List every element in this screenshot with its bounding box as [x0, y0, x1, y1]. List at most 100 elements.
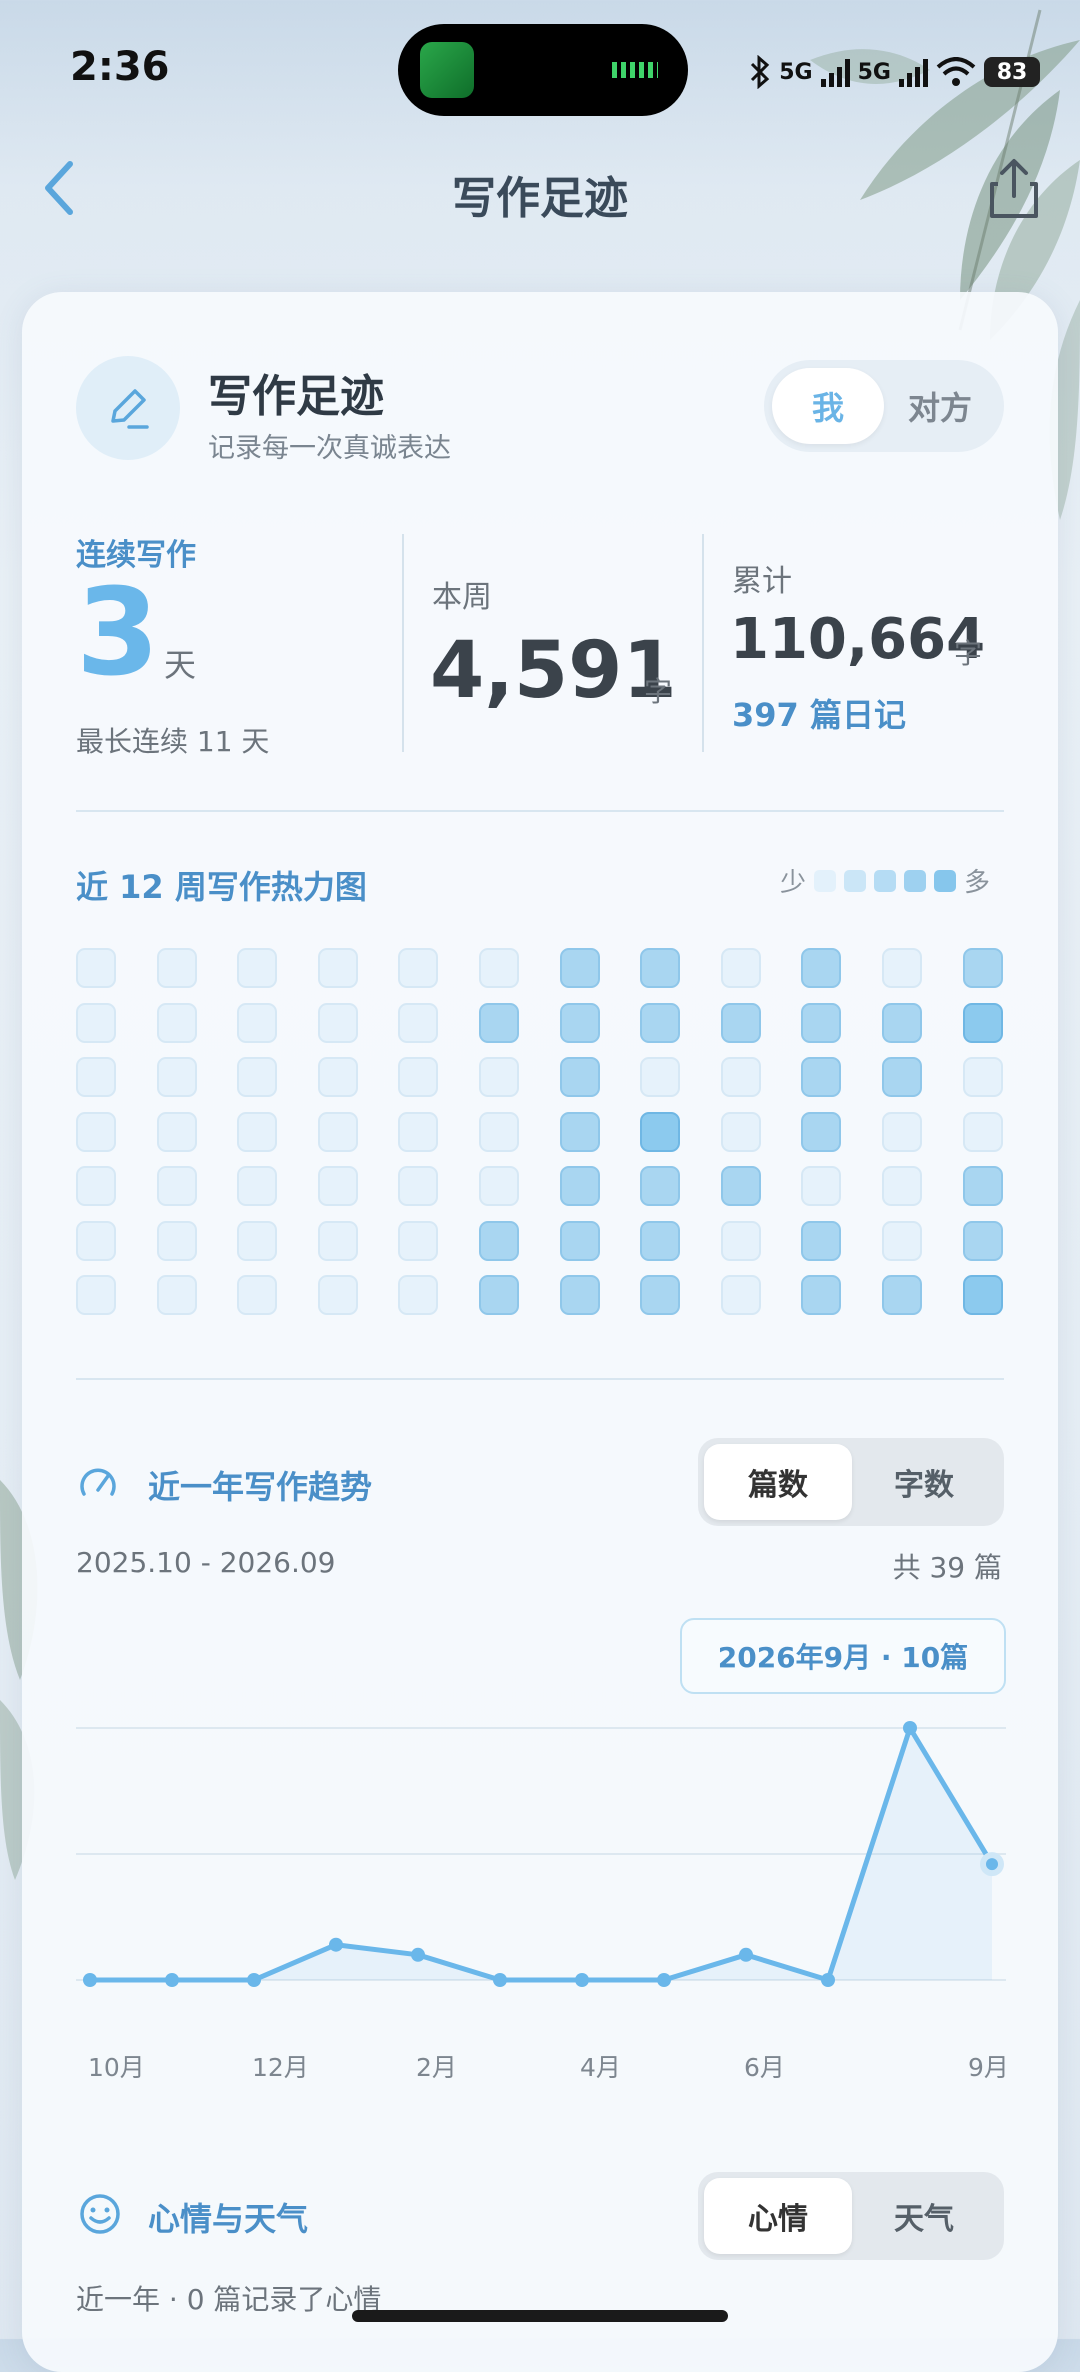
heatmap-cell[interactable]	[640, 1275, 681, 1315]
heatmap-cell[interactable]	[479, 1111, 519, 1152]
heatmap-cell[interactable]	[317, 1275, 358, 1315]
heatmap-cell[interactable]	[559, 948, 600, 988]
heatmap-cell[interactable]	[640, 1057, 681, 1097]
heatmap-cell[interactable]	[398, 1002, 439, 1043]
heatmap-cell[interactable]	[317, 1111, 358, 1152]
chart-point[interactable]	[657, 1973, 671, 1987]
heatmap-cell[interactable]	[640, 948, 681, 988]
chart-point[interactable]	[83, 1973, 97, 1987]
heatmap-cell[interactable]	[720, 1057, 761, 1097]
chart-point[interactable]	[411, 1947, 425, 1962]
heatmap-cell[interactable]	[76, 1220, 116, 1261]
chart-point[interactable]	[980, 1852, 1004, 1877]
heatmap-cell[interactable]	[640, 1166, 681, 1206]
chart-point[interactable]	[329, 1937, 343, 1952]
heatmap-cell[interactable]	[237, 1111, 278, 1152]
heatmap-cell[interactable]	[156, 1057, 197, 1097]
tab-words[interactable]: 字数	[850, 1444, 998, 1520]
heatmap-cell[interactable]	[317, 1220, 358, 1261]
heatmap-cell[interactable]	[317, 948, 358, 988]
heatmap-cell[interactable]	[317, 1166, 358, 1206]
heatmap-cell[interactable]	[76, 948, 116, 988]
heatmap-cell[interactable]	[720, 1111, 761, 1152]
heatmap-cell[interactable]	[76, 1002, 116, 1043]
chart-point[interactable]	[739, 1947, 753, 1962]
heatmap-cell[interactable]	[317, 1057, 358, 1097]
heatmap-cell[interactable]	[801, 1220, 842, 1261]
heatmap-cell[interactable]	[559, 1220, 600, 1261]
entries-count[interactable]: 397 篇日记	[732, 690, 906, 736]
heatmap-cell[interactable]	[559, 1057, 600, 1097]
heatmap-cell[interactable]	[720, 1275, 761, 1315]
heatmap-cell[interactable]	[962, 948, 1003, 988]
heatmap-cell[interactable]	[640, 1002, 681, 1043]
heatmap-cell[interactable]	[398, 948, 439, 988]
heatmap-cell[interactable]	[801, 948, 842, 988]
heatmap-cell[interactable]	[559, 1166, 600, 1206]
chart-point[interactable]	[821, 1973, 835, 1987]
tab-mood[interactable]: 心情	[704, 2178, 852, 2254]
heatmap-cell[interactable]	[882, 948, 922, 988]
heatmap-cell[interactable]	[76, 1057, 116, 1097]
heatmap-cell[interactable]	[962, 1166, 1003, 1206]
heatmap-cell[interactable]	[398, 1166, 439, 1206]
heatmap-cell[interactable]	[237, 1057, 278, 1097]
heatmap-cell[interactable]	[237, 1275, 278, 1315]
heatmap-cell[interactable]	[317, 1002, 358, 1043]
trend-line-chart[interactable]	[76, 1708, 1006, 2008]
heatmap-cell[interactable]	[398, 1111, 439, 1152]
heatmap-cell[interactable]	[962, 1275, 1003, 1315]
tab-weather[interactable]: 天气	[850, 2178, 998, 2254]
heatmap-cell[interactable]	[801, 1002, 842, 1043]
heatmap-cell[interactable]	[640, 1111, 681, 1152]
heatmap-cell[interactable]	[640, 1220, 681, 1261]
heatmap-cell[interactable]	[559, 1275, 600, 1315]
heatmap-cell[interactable]	[479, 1275, 519, 1315]
heatmap-cell[interactable]	[156, 1220, 197, 1261]
heatmap-cell[interactable]	[559, 1111, 600, 1152]
heatmap-cell[interactable]	[720, 1220, 761, 1261]
heatmap-cell[interactable]	[398, 1057, 439, 1097]
heatmap-cell[interactable]	[479, 1057, 519, 1097]
heatmap-cell[interactable]	[882, 1057, 922, 1097]
heatmap-cell[interactable]	[962, 1111, 1003, 1152]
heatmap-cell[interactable]	[801, 1275, 842, 1315]
heatmap-cell[interactable]	[398, 1220, 439, 1261]
toggle-partner[interactable]: 对方	[884, 368, 996, 444]
heatmap-cell[interactable]	[962, 1220, 1003, 1261]
heatmap-cell[interactable]	[237, 1220, 278, 1261]
heatmap-cell[interactable]	[76, 1111, 116, 1152]
heatmap-cell[interactable]	[156, 1275, 197, 1315]
heatmap-cell[interactable]	[882, 1220, 922, 1261]
heatmap-cell[interactable]	[479, 1220, 519, 1261]
chart-point[interactable]	[247, 1973, 261, 1987]
heatmap-cell[interactable]	[76, 1166, 116, 1206]
heatmap-cell[interactable]	[882, 1166, 922, 1206]
toggle-me[interactable]: 我	[772, 368, 884, 444]
heatmap-cell[interactable]	[156, 1166, 197, 1206]
heatmap-cell[interactable]	[237, 1002, 278, 1043]
heatmap-cell[interactable]	[720, 1166, 761, 1206]
chart-point[interactable]	[903, 1721, 917, 1735]
heatmap-cell[interactable]	[479, 1002, 519, 1043]
heatmap-cell[interactable]	[882, 1275, 922, 1315]
heatmap-cell[interactable]	[559, 1002, 600, 1043]
heatmap-cell[interactable]	[479, 948, 519, 988]
heatmap-cell[interactable]	[882, 1111, 922, 1152]
heatmap-cell[interactable]	[156, 1111, 197, 1152]
heatmap-cell[interactable]	[801, 1111, 842, 1152]
tab-entries[interactable]: 篇数	[704, 1444, 852, 1520]
heatmap-cell[interactable]	[962, 1057, 1003, 1097]
heatmap-cell[interactable]	[720, 948, 761, 988]
heatmap-cell[interactable]	[479, 1166, 519, 1206]
chart-point[interactable]	[575, 1973, 589, 1987]
heatmap-cell[interactable]	[76, 1275, 116, 1315]
share-button[interactable]	[984, 156, 1044, 222]
heatmap-cell[interactable]	[237, 1166, 278, 1206]
heatmap-cell[interactable]	[801, 1166, 842, 1206]
heatmap-cell[interactable]	[156, 948, 197, 988]
heatmap-cell[interactable]	[398, 1275, 439, 1315]
chart-point[interactable]	[165, 1973, 179, 1987]
chart-point[interactable]	[493, 1973, 507, 1987]
heatmap-cell[interactable]	[962, 1002, 1003, 1043]
